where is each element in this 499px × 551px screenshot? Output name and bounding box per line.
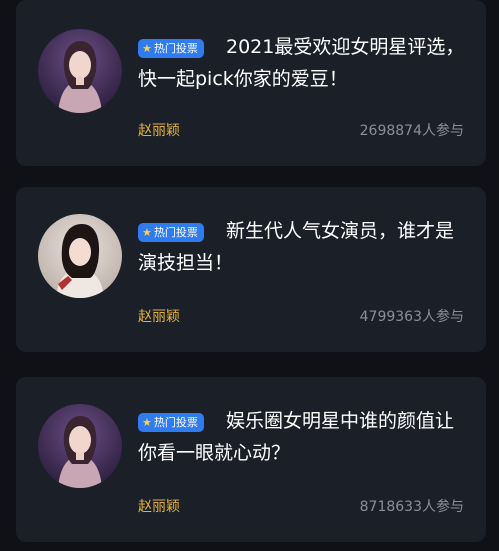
vote-title[interactable]: 新生代人气女演员，谁才是演技担当！: [138, 215, 468, 279]
star-name[interactable]: 赵丽颖: [138, 496, 180, 516]
star-name[interactable]: 赵丽颖: [138, 120, 180, 140]
vote-feed: ★ 热门投票 2021最受欢迎女明星评选，快一起pick你家的爱豆！ 赵丽颖 26…: [0, 0, 499, 551]
vote-title[interactable]: 2021最受欢迎女明星评选，快一起pick你家的爱豆！: [138, 31, 468, 95]
participant-count: 2698874人参与: [359, 123, 464, 139]
vote-card[interactable]: ★ 热门投票 娱乐圈女明星中谁的颜值让你看一眼就心动？ 赵丽颖 8718633人参…: [16, 377, 486, 542]
vote-card[interactable]: ★ 热门投票 新生代人气女演员，谁才是演技担当！ 赵丽颖 4799363人参与: [16, 187, 486, 352]
participant-count: 4799363人参与: [359, 309, 464, 325]
vote-card[interactable]: ★ 热门投票 2021最受欢迎女明星评选，快一起pick你家的爱豆！ 赵丽颖 26…: [16, 0, 486, 166]
avatar[interactable]: [38, 404, 122, 488]
participant-count: 8718633人参与: [359, 499, 464, 515]
star-name[interactable]: 赵丽颖: [138, 306, 180, 326]
avatar[interactable]: [38, 29, 122, 113]
vote-title[interactable]: 娱乐圈女明星中谁的颜值让你看一眼就心动？: [138, 405, 468, 469]
avatar[interactable]: [38, 214, 122, 298]
